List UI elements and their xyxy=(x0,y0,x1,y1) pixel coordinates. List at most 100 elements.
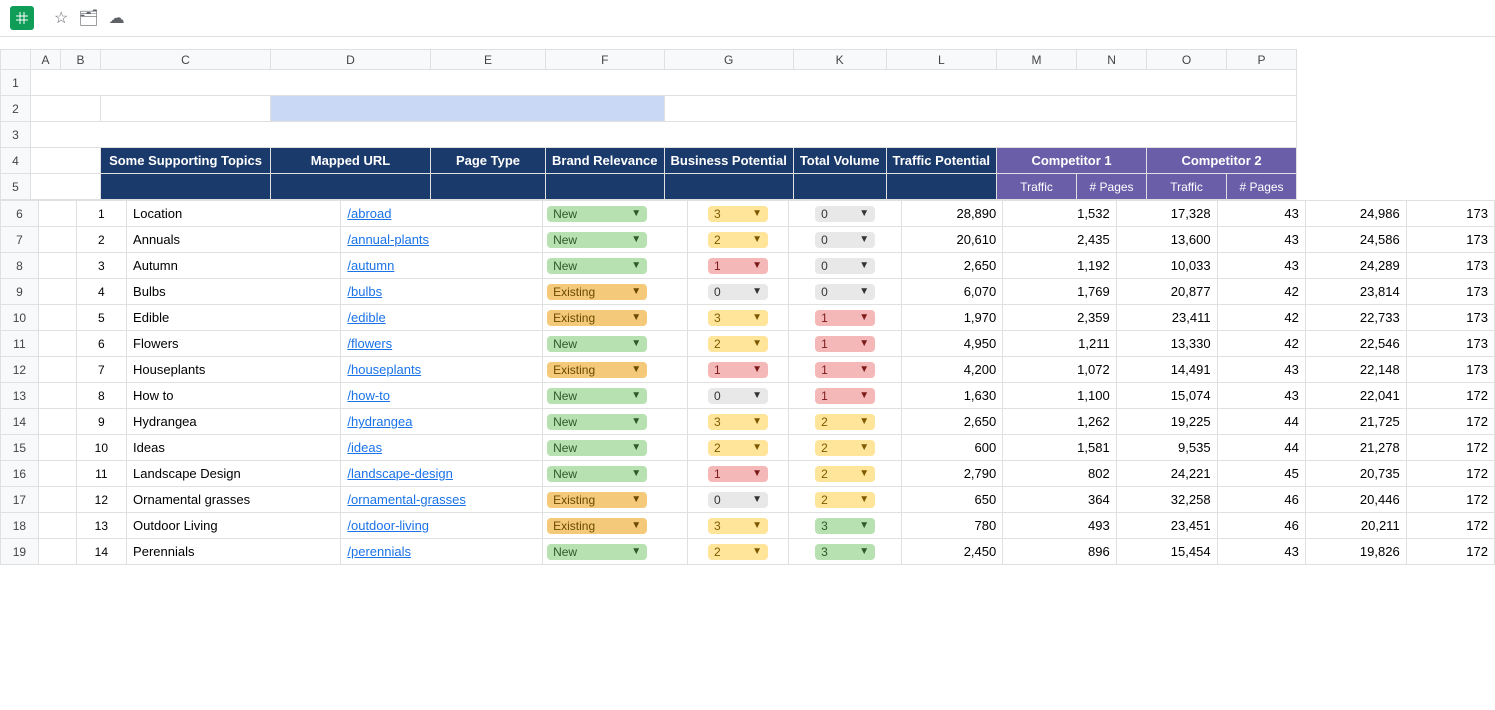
brand-badge[interactable]: 0 ▼ xyxy=(708,388,768,404)
page-type-cell[interactable]: Existing ▼ xyxy=(543,513,688,539)
page-type-badge[interactable]: Existing ▼ xyxy=(547,492,647,508)
col-a-cell[interactable] xyxy=(38,409,76,435)
url-cell[interactable]: /outdoor-living xyxy=(341,513,543,539)
url-cell[interactable]: /abroad xyxy=(341,201,543,227)
brand-arrow[interactable]: ▼ xyxy=(752,208,762,219)
url-cell[interactable]: /flowers xyxy=(341,331,543,357)
url-cell[interactable]: /houseplants xyxy=(341,357,543,383)
brand-arrow[interactable]: ▼ xyxy=(752,520,762,531)
brand-arrow[interactable]: ▼ xyxy=(752,312,762,323)
brand-badge[interactable]: 1 ▼ xyxy=(708,362,768,378)
brand-cell[interactable]: 1 ▼ xyxy=(688,461,789,487)
business-badge[interactable]: 2 ▼ xyxy=(815,466,875,482)
dropdown-arrow[interactable]: ▼ xyxy=(631,520,641,531)
business-arrow[interactable]: ▼ xyxy=(859,338,869,349)
url-link[interactable]: /edible xyxy=(347,310,385,325)
page-type-cell[interactable]: New ▼ xyxy=(543,383,688,409)
grid-wrapper[interactable]: A B C D E F G K L M N O P 1 xyxy=(0,49,1495,679)
page-type-cell[interactable]: New ▼ xyxy=(543,201,688,227)
cloud-icon[interactable]: ☁ xyxy=(109,8,125,28)
brand-cell[interactable]: 0 ▼ xyxy=(688,487,789,513)
col-a-cell[interactable] xyxy=(38,435,76,461)
url-link[interactable]: /outdoor-living xyxy=(347,518,429,533)
folder-icon[interactable]: 🗂 xyxy=(78,8,98,28)
brand-cell[interactable]: 0 ▼ xyxy=(688,383,789,409)
business-arrow[interactable]: ▼ xyxy=(859,442,869,453)
business-cell[interactable]: 2 ▼ xyxy=(788,435,901,461)
menu-file[interactable] xyxy=(70,39,90,47)
menu-data[interactable] xyxy=(190,39,210,47)
page-type-badge[interactable]: New ▼ xyxy=(547,440,647,456)
business-arrow[interactable]: ▼ xyxy=(859,286,869,297)
brand-cell[interactable]: 1 ▼ xyxy=(688,357,789,383)
url-link[interactable]: /landscape-design xyxy=(347,466,453,481)
url-cell[interactable]: /bulbs xyxy=(341,279,543,305)
dropdown-arrow[interactable]: ▼ xyxy=(631,234,641,245)
brand-arrow[interactable]: ▼ xyxy=(752,494,762,505)
brand-cell[interactable]: 3 ▼ xyxy=(688,201,789,227)
url-cell[interactable]: /how-to xyxy=(341,383,543,409)
page-type-cell[interactable]: New ▼ xyxy=(543,461,688,487)
col-o[interactable]: O xyxy=(1147,50,1227,70)
page-type-badge[interactable]: New ▼ xyxy=(547,388,647,404)
dropdown-arrow[interactable]: ▼ xyxy=(631,364,641,375)
url-link[interactable]: /ornamental-grasses xyxy=(347,492,466,507)
business-cell[interactable]: 0 ▼ xyxy=(788,201,901,227)
business-cell[interactable]: 3 ▼ xyxy=(788,539,901,565)
col-e[interactable]: E xyxy=(431,50,546,70)
col-c[interactable]: C xyxy=(101,50,271,70)
brand-arrow[interactable]: ▼ xyxy=(752,234,762,245)
url-cell[interactable]: /hydrangea xyxy=(341,409,543,435)
business-cell[interactable]: 1 ▼ xyxy=(788,305,901,331)
col-a-cell[interactable] xyxy=(38,227,76,253)
dropdown-arrow[interactable]: ▼ xyxy=(631,390,641,401)
brand-cell[interactable]: 0 ▼ xyxy=(688,279,789,305)
business-cell[interactable]: 0 ▼ xyxy=(788,253,901,279)
brand-arrow[interactable]: ▼ xyxy=(752,390,762,401)
url-link[interactable]: /how-to xyxy=(347,388,390,403)
brand-cell[interactable]: 3 ▼ xyxy=(688,305,789,331)
business-badge[interactable]: 3 ▼ xyxy=(815,544,875,560)
col-a[interactable]: A xyxy=(31,50,61,70)
url-link[interactable]: /hydrangea xyxy=(347,414,412,429)
business-cell[interactable]: 1 ▼ xyxy=(788,383,901,409)
page-type-badge[interactable]: Existing ▼ xyxy=(547,518,647,534)
brand-arrow[interactable]: ▼ xyxy=(752,546,762,557)
brand-badge[interactable]: 1 ▼ xyxy=(708,466,768,482)
business-badge[interactable]: 0 ▼ xyxy=(815,258,875,274)
business-arrow[interactable]: ▼ xyxy=(859,520,869,531)
business-badge[interactable]: 1 ▼ xyxy=(815,310,875,326)
page-type-cell[interactable]: Existing ▼ xyxy=(543,305,688,331)
page-type-badge[interactable]: New ▼ xyxy=(547,206,647,222)
brand-badge[interactable]: 1 ▼ xyxy=(708,258,768,274)
col-a-cell[interactable] xyxy=(38,201,76,227)
col-a-cell[interactable] xyxy=(38,357,76,383)
url-link[interactable]: /autumn xyxy=(347,258,394,273)
brand-badge[interactable]: 3 ▼ xyxy=(708,310,768,326)
col-l[interactable]: L xyxy=(886,50,997,70)
url-cell[interactable]: /perennials xyxy=(341,539,543,565)
page-type-cell[interactable]: New ▼ xyxy=(543,227,688,253)
url-link[interactable]: /flowers xyxy=(347,336,392,351)
dropdown-arrow[interactable]: ▼ xyxy=(631,442,641,453)
url-cell[interactable]: /annual-plants xyxy=(341,227,543,253)
business-badge[interactable]: 3 ▼ xyxy=(815,518,875,534)
url-link[interactable]: /abroad xyxy=(347,206,391,221)
dropdown-arrow[interactable]: ▼ xyxy=(631,468,641,479)
business-badge[interactable]: 2 ▼ xyxy=(815,492,875,508)
brand-cell[interactable]: 2 ▼ xyxy=(688,227,789,253)
business-cell[interactable]: 2 ▼ xyxy=(788,487,901,513)
brand-badge[interactable]: 2 ▼ xyxy=(708,544,768,560)
brand-cell[interactable]: 3 ▼ xyxy=(688,513,789,539)
col-n[interactable]: N xyxy=(1077,50,1147,70)
col-b[interactable]: B xyxy=(61,50,101,70)
col-a-cell[interactable] xyxy=(38,461,76,487)
col-p[interactable]: P xyxy=(1227,50,1297,70)
page-type-badge[interactable]: Existing ▼ xyxy=(547,284,647,300)
dropdown-arrow[interactable]: ▼ xyxy=(631,260,641,271)
url-link[interactable]: /annual-plants xyxy=(347,232,429,247)
menu-tools[interactable] xyxy=(214,39,234,47)
brand-badge[interactable]: 2 ▼ xyxy=(708,440,768,456)
brand-cell[interactable]: 2 ▼ xyxy=(688,435,789,461)
business-cell[interactable]: 0 ▼ xyxy=(788,227,901,253)
